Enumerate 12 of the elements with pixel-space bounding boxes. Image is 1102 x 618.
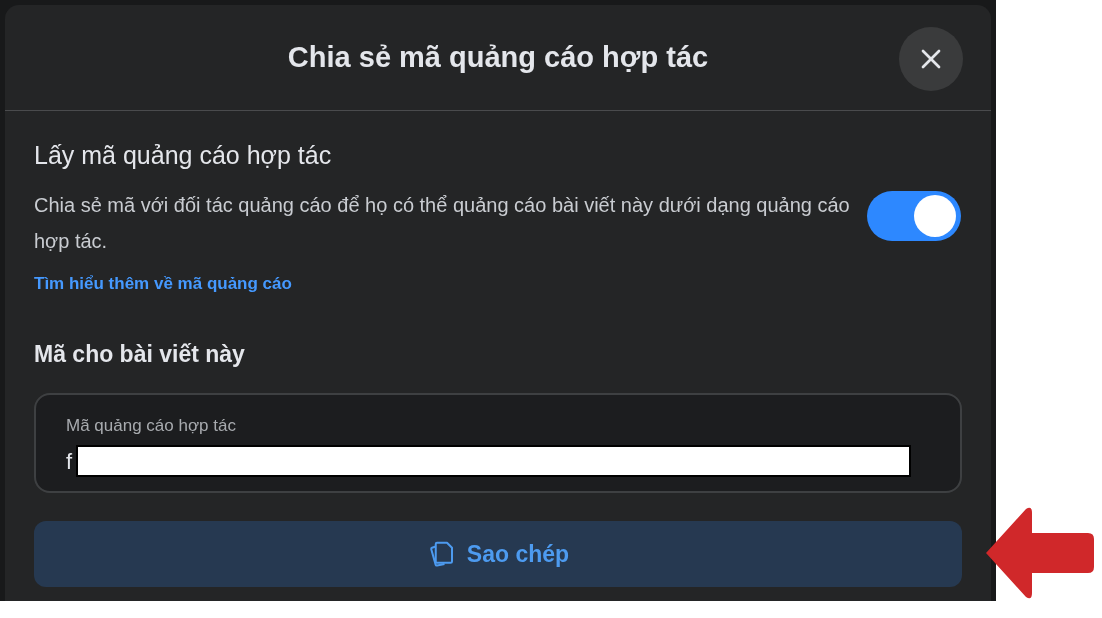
toggle-knob [914, 195, 956, 237]
arrow-icon [984, 505, 1096, 601]
copy-button[interactable]: Sao chép [34, 521, 962, 587]
learn-more-link[interactable]: Tìm hiểu thêm về mã quảng cáo [34, 271, 854, 297]
dialog-title: Chia sẻ mã quảng cáo hợp tác [287, 39, 709, 75]
setting-description: Chia sẻ mã với đối tác quảng cáo để họ có thể quảng cáo bài viết này dưới dạng quảng cáo hợp tác. [34, 193, 851, 254]
code-heading: Mã cho bài viết này [34, 339, 246, 369]
setting-title: Lấy mã quảng cáo hợp tác [34, 140, 333, 171]
toggle-switch[interactable] [867, 191, 961, 241]
field-value: f [66, 447, 73, 476]
code-field[interactable]: Mã quảng cáo hợp tác f [34, 393, 962, 493]
field-label: Mã quảng cáo hợp tác [66, 415, 237, 437]
